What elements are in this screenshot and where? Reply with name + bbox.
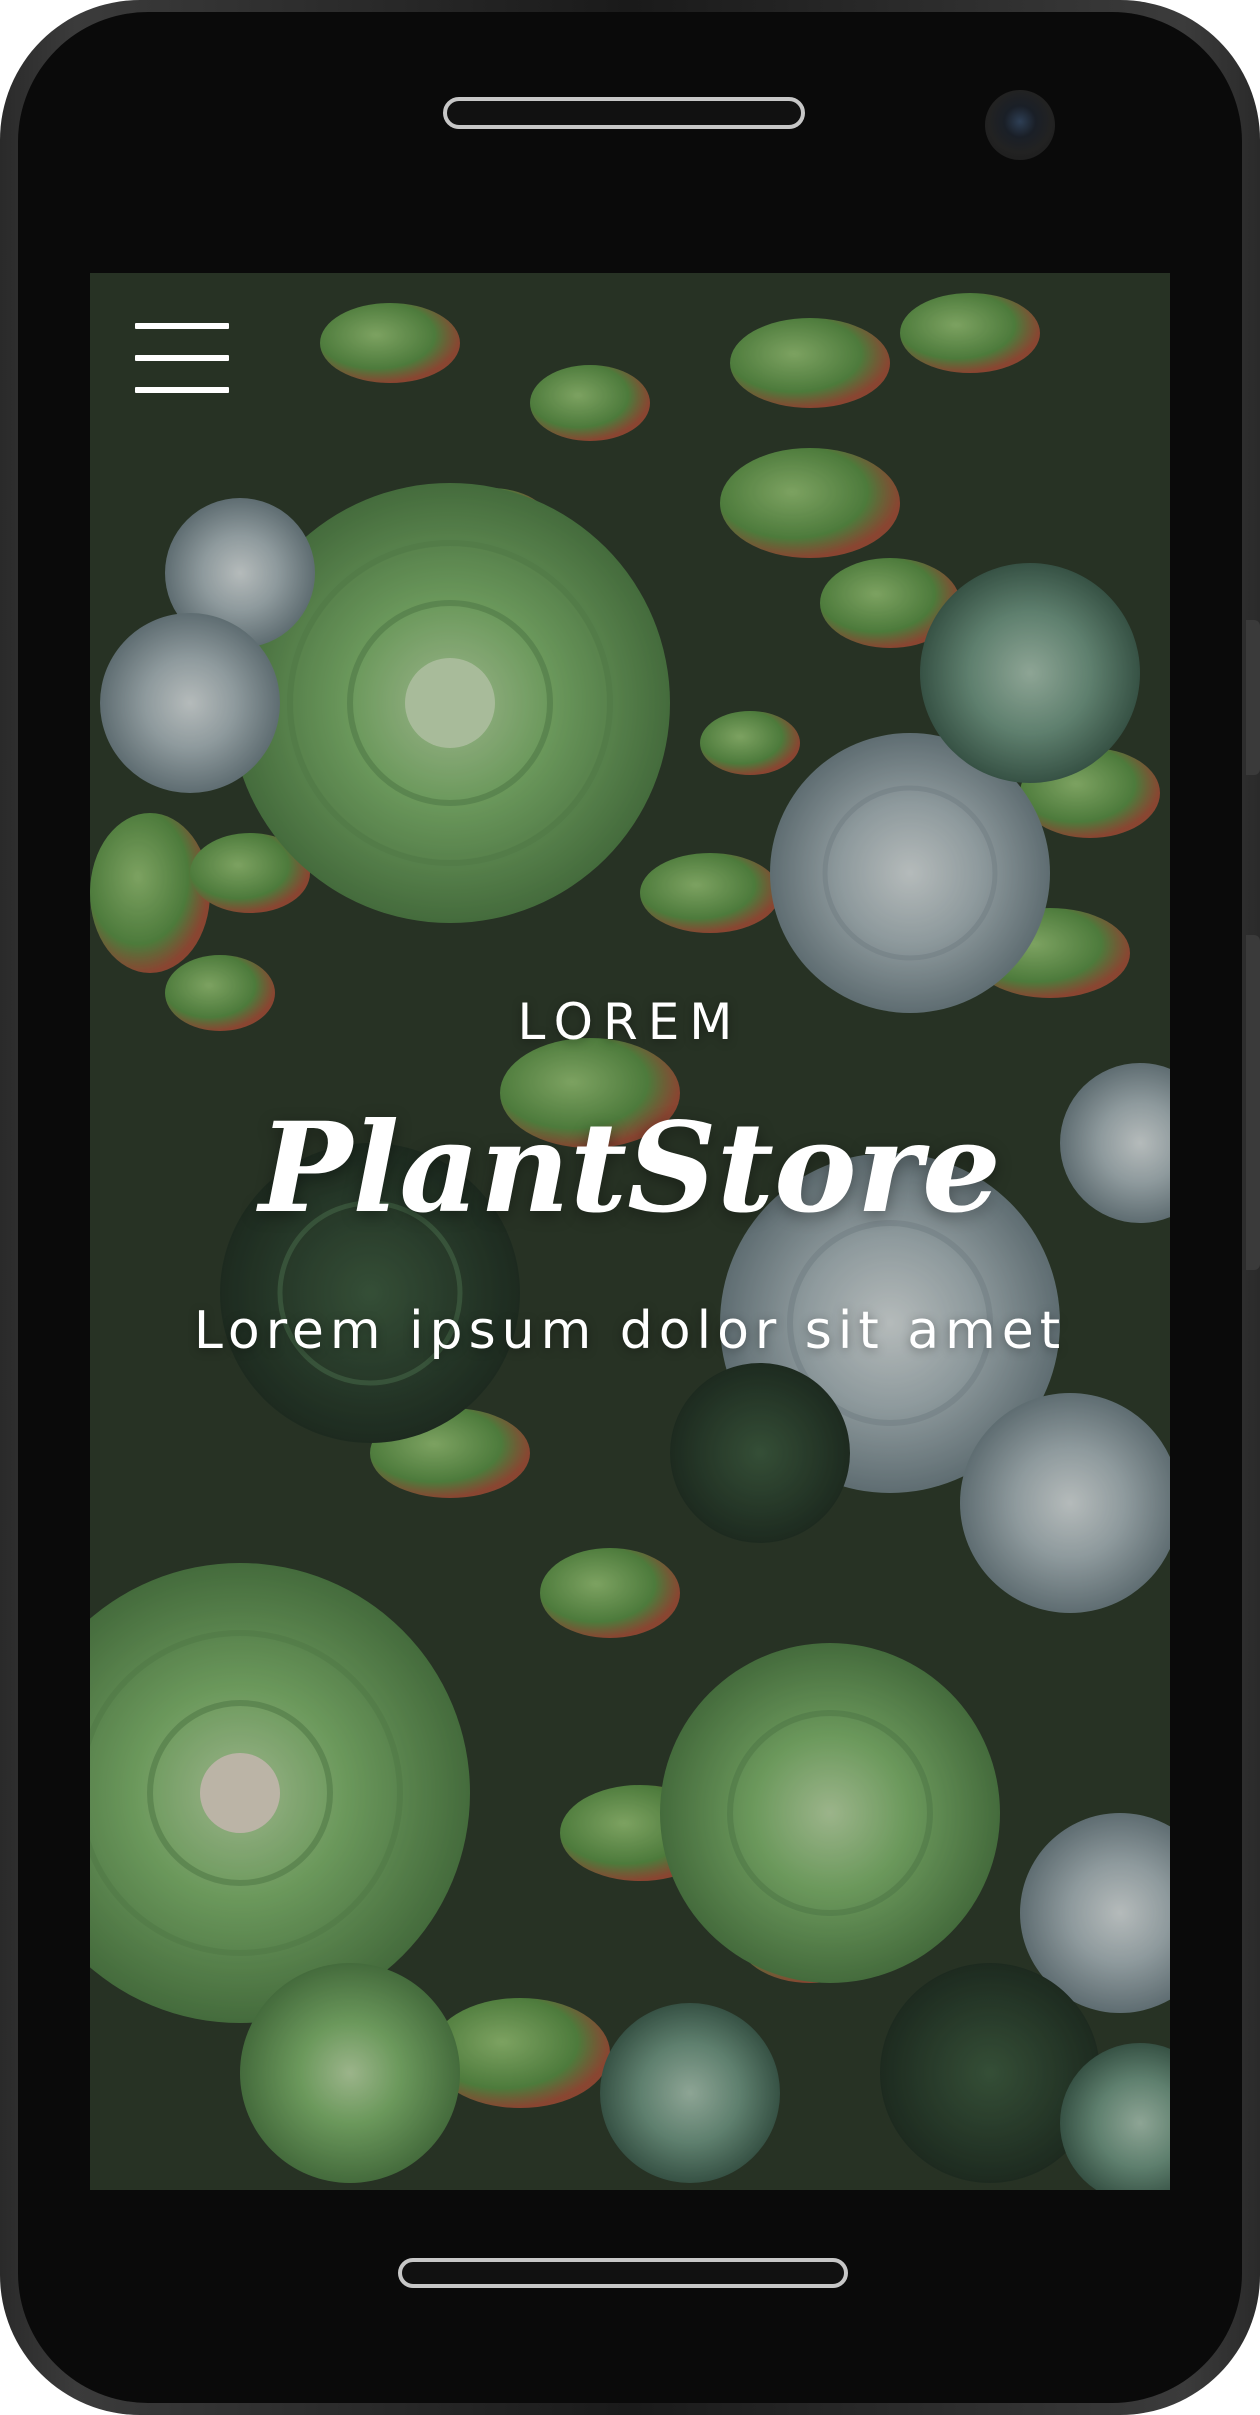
store-logo-title: PlantStore bbox=[259, 1096, 1001, 1241]
hero-section: LOREM PlantStore Lorem ipsum dolor sit a… bbox=[90, 993, 1170, 1361]
hamburger-menu-icon[interactable] bbox=[135, 323, 229, 393]
hero-eyebrow: LOREM bbox=[517, 993, 743, 1051]
earpiece-speaker bbox=[443, 97, 805, 129]
volume-button bbox=[1246, 620, 1260, 775]
front-camera bbox=[985, 90, 1055, 160]
app-screen: LOREM PlantStore Lorem ipsum dolor sit a… bbox=[90, 273, 1170, 2190]
power-button bbox=[1246, 935, 1260, 1270]
phone-frame: LOREM PlantStore Lorem ipsum dolor sit a… bbox=[0, 0, 1260, 2415]
home-indicator bbox=[398, 2258, 848, 2288]
hero-subtitle: Lorem ipsum dolor sit amet bbox=[193, 1301, 1067, 1361]
